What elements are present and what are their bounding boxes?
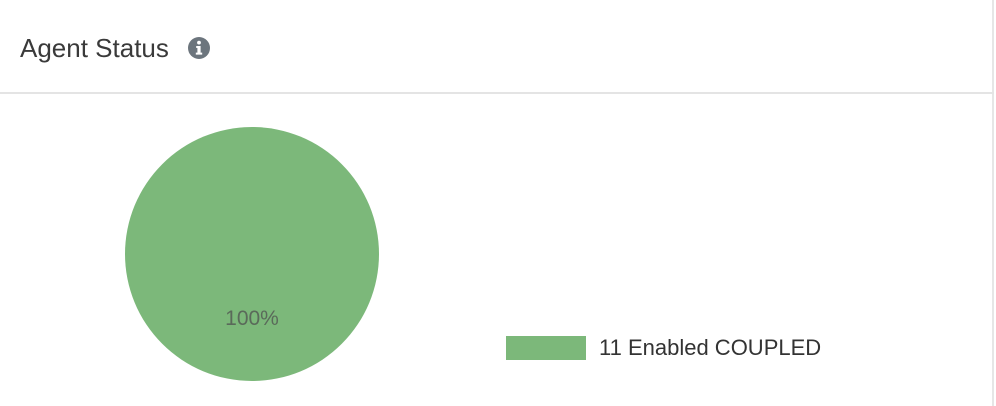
pie-chart: 100%: [125, 127, 379, 381]
chart-area: 100% 11 Enabled COUPLED: [0, 94, 994, 406]
panel-header: Agent Status: [0, 0, 994, 94]
info-circle-icon[interactable]: [187, 36, 211, 60]
legend-label[interactable]: 11 Enabled COUPLED: [599, 335, 821, 361]
legend-swatch[interactable]: [506, 336, 586, 360]
panel-title: Agent Status: [20, 33, 169, 63]
pie-slice[interactable]: [125, 127, 379, 381]
pie-slice-label: 100%: [225, 307, 279, 330]
chart-legend: 11 Enabled COUPLED: [506, 335, 821, 361]
agent-status-panel: Agent Status 100% 11 Enabled COUPLED: [0, 0, 994, 406]
